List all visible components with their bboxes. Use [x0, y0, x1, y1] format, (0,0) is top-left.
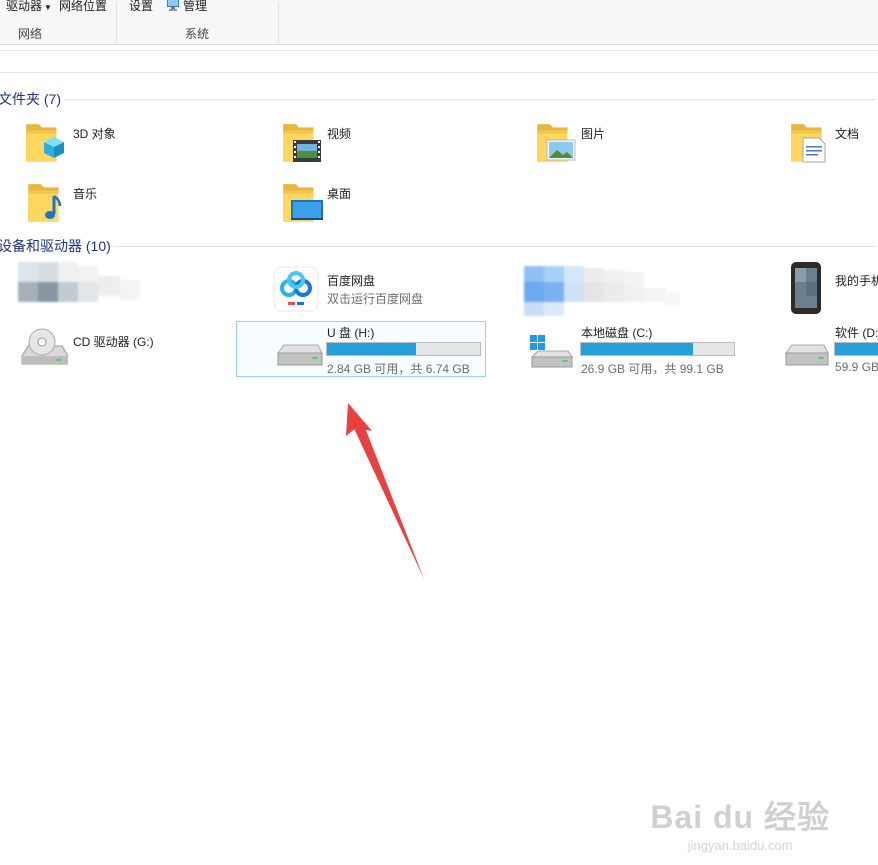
- baidu-jingyan-watermark: Bai du 经验 jingyan.baidu.com: [650, 792, 830, 853]
- watermark-url: jingyan.baidu.com: [687, 838, 793, 853]
- red-annotation-arrow: [346, 403, 424, 579]
- watermark-brand: Bai du 经验: [650, 799, 830, 835]
